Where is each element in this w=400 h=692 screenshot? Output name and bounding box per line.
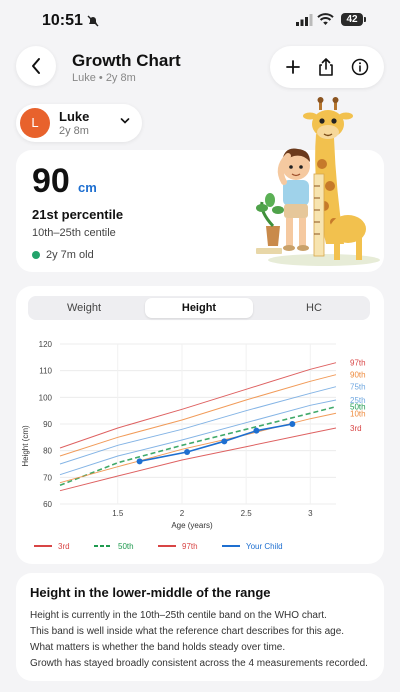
child-data-point[interactable] bbox=[136, 458, 143, 465]
battery-indicator: 42 bbox=[341, 13, 366, 26]
child-selector[interactable]: L Luke 2y 8m bbox=[16, 104, 142, 142]
status-bar: 10:51 42 bbox=[0, 0, 400, 44]
chart-legend: 3rd 50th 97th Your Child bbox=[34, 542, 283, 551]
wifi-icon bbox=[317, 13, 334, 25]
growth-chart: 60 70 80 90 100 110 120 1.5 2 2.5 3 97th 90th 75th 50t… bbox=[21, 340, 366, 551]
height-unit: cm bbox=[78, 180, 97, 195]
explanation-title: Height in the lower-middle of the range bbox=[30, 585, 271, 600]
percentile-curve-label: 97th bbox=[350, 359, 366, 368]
y-tick-label: 90 bbox=[43, 420, 52, 429]
percentile-curve-label: 10th bbox=[350, 409, 366, 418]
page-subtitle: Luke • 2y 8m bbox=[72, 72, 136, 84]
percentile-curve-label: 75th bbox=[350, 383, 366, 392]
child-name: Luke bbox=[59, 109, 90, 124]
x-tick-label: 2.5 bbox=[241, 509, 253, 518]
y-tick-label: 70 bbox=[43, 473, 52, 482]
series-line-3rd bbox=[59, 427, 337, 492]
chevron-left-icon bbox=[32, 58, 40, 74]
tab-height[interactable]: Height bbox=[145, 298, 253, 318]
percentile-label: 21st percentile bbox=[32, 207, 124, 222]
chart-labels: 607080901001101201.5 2 2.5 397th90th75th50t… bbox=[39, 340, 366, 518]
child-age: 2y 8m bbox=[59, 125, 89, 137]
series-line-your-child bbox=[139, 423, 293, 463]
y-axis-label: Height (cm) bbox=[21, 425, 30, 467]
giraffe-illustration bbox=[256, 97, 380, 266]
tab-hc[interactable]: HC bbox=[258, 296, 370, 320]
y-tick-label: 80 bbox=[43, 447, 52, 456]
legend-label: 50th bbox=[118, 542, 134, 551]
y-tick-label: 110 bbox=[39, 367, 52, 376]
header-actions bbox=[270, 46, 384, 88]
explanation-line: Growth has stayed broadly consistent acr… bbox=[30, 658, 368, 669]
explanation-line: This band is well inside what the refere… bbox=[30, 626, 345, 637]
explanation-line: Height is currently in the 10th–25th cen… bbox=[30, 610, 327, 621]
centile-band: 10th–25th centile bbox=[32, 227, 116, 239]
share-icon bbox=[319, 58, 333, 76]
plus-icon bbox=[286, 60, 300, 74]
status-dot bbox=[32, 251, 40, 259]
x-tick-label: 2 bbox=[180, 509, 185, 518]
tab-weight[interactable]: Weight bbox=[28, 296, 140, 320]
info-icon bbox=[351, 58, 369, 76]
y-tick-label: 100 bbox=[39, 393, 53, 402]
share-button[interactable] bbox=[315, 56, 337, 78]
chevron-down-icon bbox=[120, 118, 130, 124]
child-data-point[interactable] bbox=[253, 427, 260, 434]
back-button[interactable] bbox=[16, 46, 56, 86]
x-tick-label: 3 bbox=[308, 509, 313, 518]
x-tick-label: 1.5 bbox=[112, 509, 124, 518]
avatar: L bbox=[20, 108, 50, 138]
page-title: Growth Chart bbox=[72, 51, 181, 70]
child-data-point[interactable] bbox=[184, 449, 191, 455]
explanation-line: What matters is whether the band holds s… bbox=[30, 642, 286, 653]
child-data-point[interactable] bbox=[289, 421, 296, 427]
percentile-curve-label: 25th bbox=[350, 396, 366, 405]
silent-bell-icon bbox=[87, 15, 99, 27]
info-button[interactable] bbox=[349, 56, 371, 78]
measurement-age: 2y 7m old bbox=[46, 249, 94, 261]
chart-curves bbox=[59, 362, 337, 492]
legend-label: Your Child bbox=[246, 542, 283, 551]
height-value: 90 bbox=[32, 162, 70, 200]
y-tick-label: 60 bbox=[43, 500, 52, 509]
add-button[interactable] bbox=[282, 56, 304, 78]
status-time: 10:51 bbox=[42, 12, 83, 29]
series-line-25th bbox=[59, 399, 337, 476]
percentile-curve-label: 3rd bbox=[350, 424, 362, 433]
series-line-90th bbox=[59, 374, 337, 457]
child-data-point[interactable] bbox=[221, 438, 228, 445]
signal-icon bbox=[296, 14, 313, 26]
measurement-tabs: Weight Height HC bbox=[28, 296, 370, 320]
y-tick-label: 120 bbox=[39, 340, 53, 349]
x-axis-label: Age (years) bbox=[171, 521, 213, 530]
legend-label: 97th bbox=[182, 542, 198, 551]
percentile-curve-label: 90th bbox=[350, 371, 366, 380]
legend-label: 3rd bbox=[58, 542, 70, 551]
